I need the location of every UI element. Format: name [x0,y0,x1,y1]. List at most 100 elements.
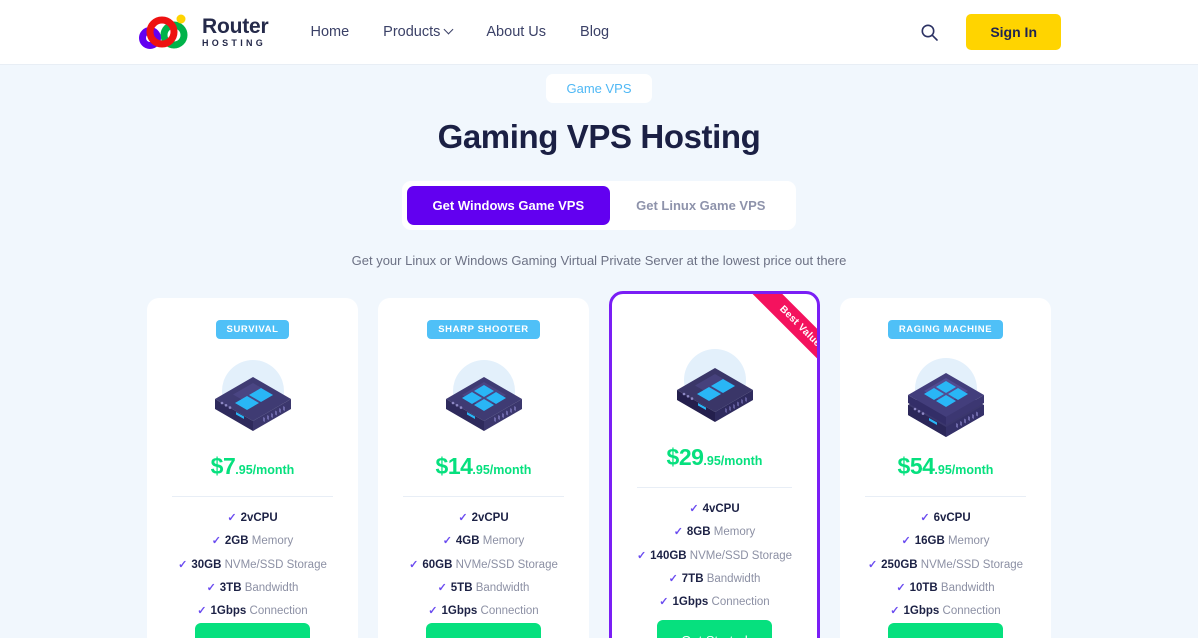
feature-value: 6vCPU [933,512,971,524]
pricing-card-sharp-shooter[interactable]: SHARP SHOOTER $14.95/month ✓ 2vCPU ✓ 4GB… [378,298,589,638]
nav-item-blog[interactable]: Blog [580,24,609,40]
logo-title: Router [202,15,269,38]
feature-label: Bandwidth [940,581,995,594]
hero-subtitle: Get your Linux or Windows Gaming Virtual… [351,253,847,268]
check-icon: ✓ [227,512,237,524]
feature-value: 5TB [450,581,473,594]
check-icon: ✓ [659,596,669,608]
divider [171,496,334,497]
get-started-button[interactable]: Get Started [426,623,541,638]
pricing-card-list: SURVIVAL $7.95/month ✓ 2vCPU ✓ 2GB Memor… [0,291,1198,638]
feature-item: ✓ 7TB Bandwidth [626,568,803,591]
tier-badge: SHARP SHOOTER [427,320,540,339]
nav-item-about-us[interactable]: About Us [486,24,546,40]
check-icon: ✓ [428,605,438,617]
nav-label: Blog [580,24,610,40]
feature-item: ✓ 4GB Memory [392,530,575,553]
price-suffix: .95/month [703,454,763,468]
feature-item: ✓ 16GB Memory [854,530,1037,553]
get-started-button[interactable]: Get Started [888,623,1003,638]
pricing-card-best-value[interactable]: Best Value $29.95/month ✓ 4vCPU ✓ 8GB Me… [609,291,820,638]
get-started-button[interactable]: Get Started [195,623,310,638]
feature-label: NVMe/SSD Storage [455,558,558,571]
tier-badge: RAGING MACHINE [887,320,1004,339]
check-icon: ✓ [442,535,452,548]
logo-subtitle: HOSTING [202,38,267,48]
server-illustration [434,355,534,441]
check-icon: ✓ [197,605,207,617]
feature-item: ✓ 60GB NVMe/SSD Storage [392,554,575,577]
feature-value: 10TB [909,581,938,594]
feature-value: 1Gbps [903,605,940,617]
plan-price: $29.95/month [667,446,763,469]
price-suffix: .95/month [235,463,295,477]
check-icon: ✓ [689,503,699,515]
get-started-button[interactable]: Get Started [657,620,772,638]
feature-value: 7TB [681,572,704,585]
feature-item: ✓ 4vCPU [626,498,803,521]
feature-list: ✓ 2vCPU ✓ 2GB Memory ✓ 30GB NVMe/SSD Storag… [161,507,344,623]
feature-item: ✓ 2GB Memory [161,530,344,553]
sign-in-button[interactable]: Sign In [966,14,1061,50]
feature-item: ✓ 30GB NVMe/SSD Storage [161,554,344,577]
feature-item: ✓ 1Gbps Connection [161,600,344,623]
toggle-windows-game-vps[interactable]: Get Windows Game VPS [406,186,611,225]
feature-value: 1Gbps [441,605,478,617]
divider [864,496,1027,497]
check-icon: ✓ [890,605,900,617]
check-icon: ✓ [458,512,468,524]
logo[interactable]: Router HOSTING [137,12,269,52]
os-toggle-group: Get Windows Game VPS Get Linux Game VPS [401,181,797,230]
feature-item: ✓ 6vCPU [854,507,1037,530]
feature-value: 3TB [219,581,242,594]
feature-label: Memory [482,535,525,548]
header-actions: Sign In [918,14,1061,50]
chevron-down-icon [443,24,454,34]
router-logo-icon [139,14,188,49]
feature-label: Bandwidth [475,581,530,594]
feature-item: ✓ 1Gbps Connection [626,591,803,614]
page-title: Gaming VPS Hosting [437,118,761,155]
check-icon: ✓ [178,558,188,571]
price-suffix: .95/month [934,463,994,477]
main-nav: Home Products About Us Blog [310,24,609,40]
feature-value: 4GB [455,535,480,548]
feature-list: ✓ 4vCPU ✓ 8GB Memory ✓ 140GB NVMe/SSD Stora… [626,498,803,614]
feature-value: 2vCPU [240,512,278,524]
feature-list: ✓ 6vCPU ✓ 16GB Memory ✓ 250GB NVMe/SSD Stor… [854,507,1037,623]
feature-value: 1Gbps [672,596,709,608]
feature-value: 1Gbps [210,605,247,617]
server-2-slot-icon [214,360,291,431]
nav-item-products[interactable]: Products [383,24,454,40]
search-icon [921,24,938,41]
pricing-card-survival[interactable]: SURVIVAL $7.95/month ✓ 2vCPU ✓ 2GB Memor… [147,298,358,638]
feature-item: ✓ 1Gbps Connection [854,600,1037,623]
feature-value: 4vCPU [702,503,740,515]
feature-label: Bandwidth [706,572,761,585]
pricing-card-raging-machine[interactable]: RAGING MACHINE $54.95/month ✓ 6vCPU ✓ 16… [840,298,1051,638]
feature-item: ✓ 3TB Bandwidth [161,577,344,600]
feature-item: ✓ 250GB NVMe/SSD Storage [854,554,1037,577]
toggle-linux-game-vps[interactable]: Get Linux Game VPS [610,186,791,225]
feature-item: ✓ 140GB NVMe/SSD Storage [626,545,803,568]
tier-badge: SURVIVAL [215,320,290,339]
check-icon: ✓ [206,581,216,594]
feature-value: 2vCPU [471,512,509,524]
check-icon: ✓ [920,512,930,524]
feature-label: NVMe/SSD Storage [920,558,1024,571]
server-4-slot-stacked-icon [907,358,984,437]
price-amount: $29 [666,444,704,470]
server-illustration [665,346,765,432]
feature-item: ✓ 2vCPU [161,507,344,530]
feature-item: ✓ 2vCPU [392,507,575,530]
check-icon: ✓ [437,581,447,594]
feature-value: 8GB [686,526,711,539]
check-icon: ✓ [636,549,647,562]
nav-label: Products [383,24,441,40]
feature-item: ✓ 10TB Bandwidth [854,577,1037,600]
nav-item-home[interactable]: Home [310,24,349,40]
plan-price: $54.95/month [898,455,994,478]
check-icon: ✓ [901,535,911,548]
search-button[interactable] [918,21,940,43]
feature-value: 140GB [650,549,687,562]
